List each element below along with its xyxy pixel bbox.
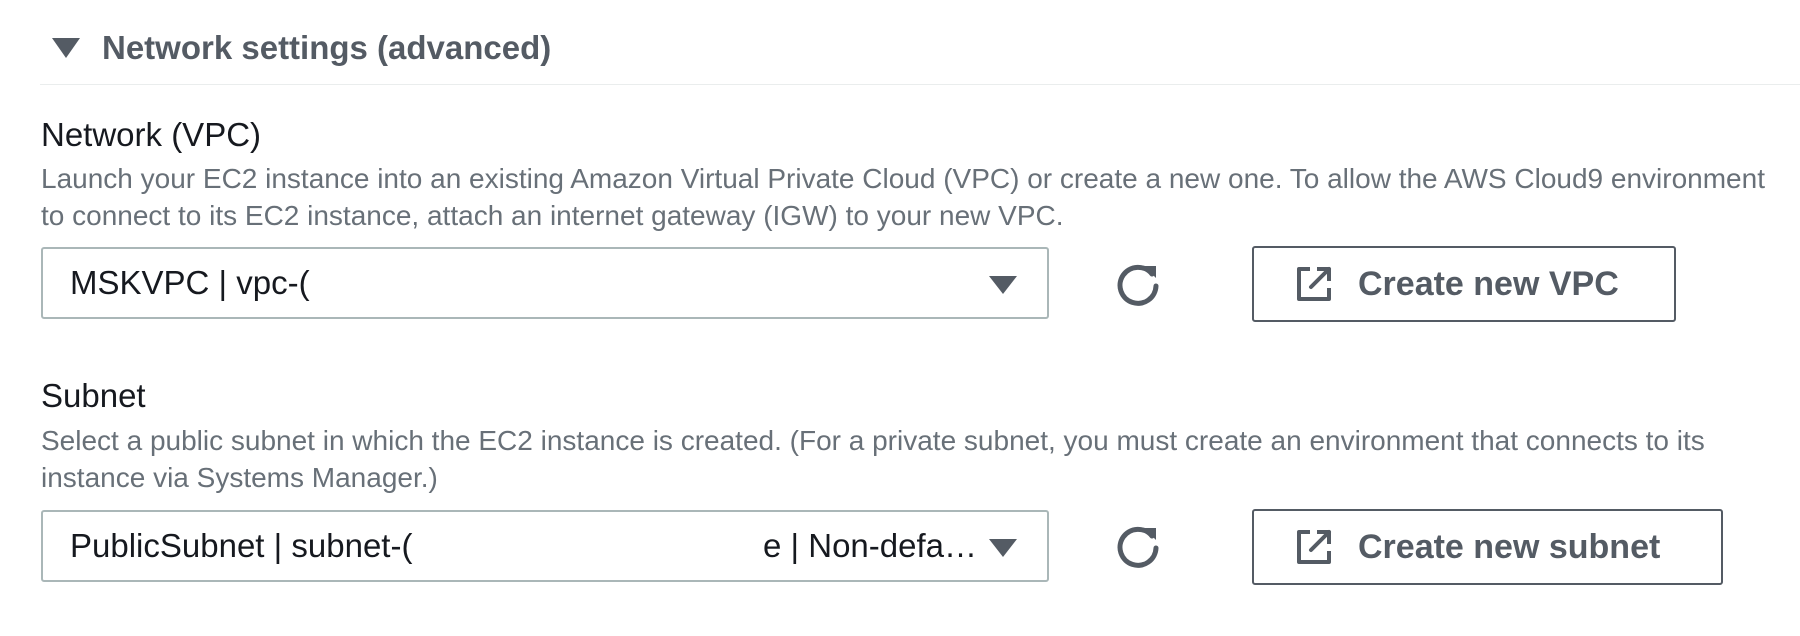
subnet-selected-value-start: PublicSubnet | subnet-( [70,527,413,564]
network-settings-section-header[interactable]: Network settings (advanced) [52,22,551,74]
subnet-refresh-icon[interactable] [1114,522,1162,570]
vpc-field-label: Network (VPC) [41,116,262,153]
subnet-field-description: Select a public subnet in which the EC2 … [41,425,1705,493]
subnet-field-label: Subnet [41,377,146,414]
section-divider [40,84,1800,85]
caret-down-icon [52,38,80,58]
section-title: Network settings (advanced) [102,29,552,66]
vpc-select[interactable]: MSKVPC | vpc-( [41,247,1049,319]
create-new-vpc-label: Create new VPC [1358,264,1619,303]
chevron-down-icon [989,539,1017,557]
vpc-field-description: Launch your EC2 instance into an existin… [41,163,1765,231]
subnet-selected-value-end: e | Non-defa… [762,527,977,564]
external-link-icon [1297,267,1331,301]
subnet-select[interactable]: PublicSubnet | subnet-( e | Non-defa… [41,510,1049,582]
vpc-refresh-icon[interactable] [1114,260,1162,308]
create-new-subnet-label: Create new subnet [1358,527,1661,566]
external-link-icon [1297,530,1331,564]
create-new-vpc-button[interactable]: Create new VPC [1252,246,1676,322]
create-new-subnet-button[interactable]: Create new subnet [1252,509,1723,585]
chevron-down-icon [989,276,1017,294]
vpc-selected-value: MSKVPC | vpc-( [70,264,310,301]
